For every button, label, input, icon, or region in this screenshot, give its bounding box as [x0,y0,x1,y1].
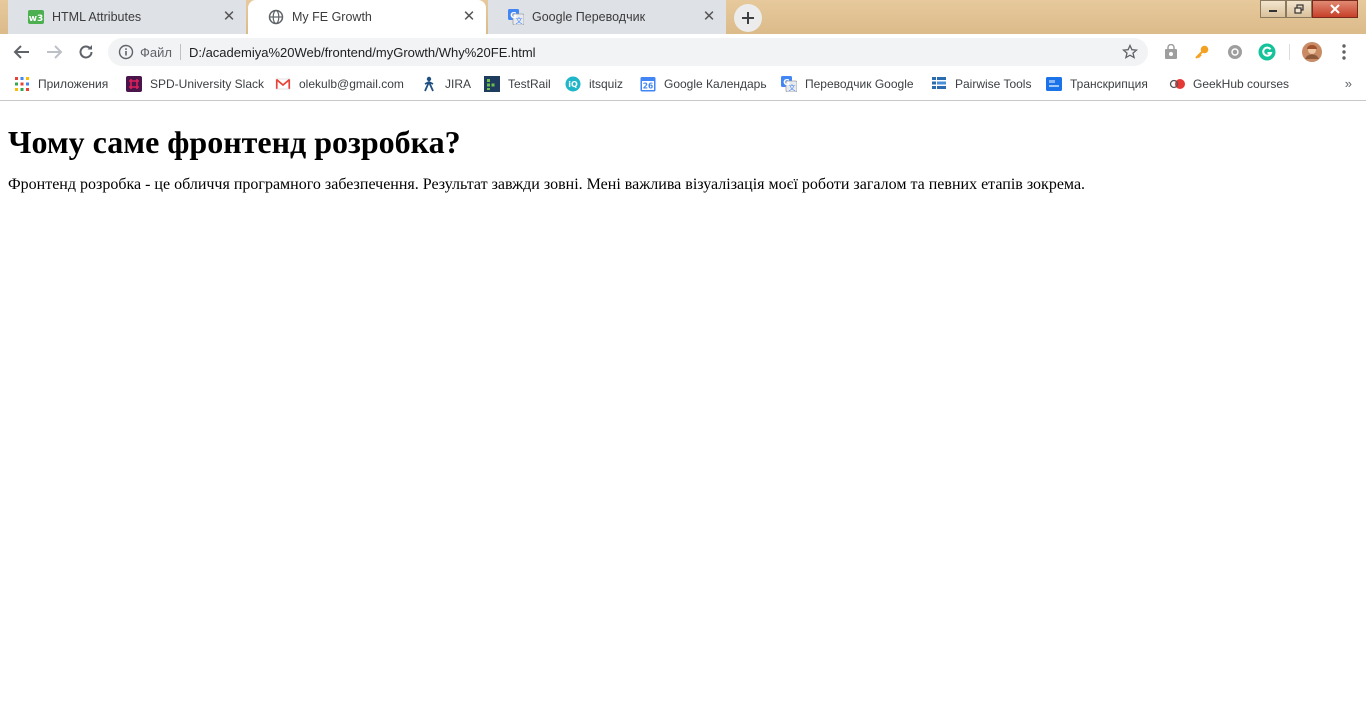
bookmark-itsquiz[interactable]: iQ itsquiz [565,70,623,98]
close-icon[interactable]: ✕ [462,9,476,24]
close-window-button[interactable] [1312,0,1358,18]
bookmark-label: Pairwise Tools [955,77,1032,91]
bookmark-label: GeekHub courses [1193,77,1290,91]
bookmarks-bar: Приложения SPD-University Slack olekulb@… [0,70,1366,101]
gmail-icon [275,76,291,92]
bookmark-spd-slack[interactable]: SPD-University Slack [126,70,264,98]
back-button[interactable] [10,40,34,64]
testrail-icon [484,76,500,92]
window-controls [1260,0,1358,18]
apps-grid-icon [14,76,30,92]
minimize-button[interactable] [1260,0,1286,18]
w3schools-icon: w3 [28,9,44,25]
info-icon[interactable] [118,44,134,60]
page-heading: Чому саме фронтенд розробка? [8,124,461,160]
tab-my-fe-growth[interactable]: My FE Growth ✕ [248,0,486,34]
svg-text:w3: w3 [29,14,44,24]
url-text[interactable]: D:/academiya%20Web/frontend/myGrowth/Why… [189,45,536,60]
page-content: Чому саме фронтенд розробка? Фронтенд ро… [8,102,1358,195]
svg-text:文: 文 [516,16,523,25]
browser-toolbar: Файл D:/academiya%20Web/frontend/myGrowt… [0,34,1366,70]
tab-strip: w3 HTML Attributes ✕ My FE Growth ✕ G文 G… [0,0,1366,34]
restore-icon [1294,4,1304,14]
tab-google-translate[interactable]: G文 Google Переводчик ✕ [488,0,726,34]
bookmark-jira[interactable]: JIRA [421,70,471,98]
forward-button[interactable] [42,40,66,64]
tab-title: Google Переводчик [532,10,646,24]
bookmark-google-calendar[interactable]: 26 Google Календарь [640,70,767,98]
bookmark-label: TestRail [508,77,551,91]
address-bar[interactable]: Файл D:/academiya%20Web/frontend/myGrowt… [108,38,1148,66]
bookmark-label: SPD-University Slack [150,77,265,91]
star-icon[interactable] [1121,43,1139,60]
key-extension-icon[interactable] [1192,42,1212,62]
jira-icon [421,76,437,92]
toolbar-divider [1289,44,1290,60]
avatar[interactable] [1302,42,1322,62]
itsquiz-icon: iQ [565,76,581,92]
bookmark-google-translate[interactable]: G文 Переводчик Google [781,70,914,98]
arrow-right-icon [47,45,63,59]
bookmark-transcription[interactable]: Транскрипция [1046,70,1148,98]
reload-button[interactable] [74,40,98,64]
bookmark-pairwise[interactable]: Pairwise Tools [931,70,1031,98]
minimize-icon [1269,10,1277,12]
bookmark-label: JIRA [445,77,472,91]
transcription-icon [1046,76,1062,92]
chevron-double-right-icon[interactable]: » [1345,76,1352,91]
grammarly-icon[interactable] [1257,42,1277,62]
bookmark-apps[interactable]: Приложения [14,70,108,98]
geekhub-icon [1169,76,1185,92]
close-icon[interactable]: ✕ [222,9,236,24]
plus-icon [742,12,754,24]
bookmark-geekhub[interactable]: GeekHub courses [1169,70,1289,98]
google-translate-icon: G文 [781,76,798,93]
page-paragraph: Фронтенд розробка - це обличчя програмно… [8,176,1086,193]
bookmark-label: olekulb@gmail.com [299,77,404,91]
close-icon[interactable]: ✕ [702,9,716,24]
slack-icon [126,76,142,92]
new-tab-button[interactable] [734,4,762,32]
bookmark-label: Приложения [38,77,109,91]
bookmark-gmail[interactable]: olekulb@gmail.com [275,70,404,98]
google-calendar-icon: 26 [640,76,656,92]
reload-icon [79,45,93,59]
svg-text:iQ: iQ [568,80,578,89]
bag-extension-icon[interactable] [1161,42,1181,62]
scheme-label: Файл [140,44,172,60]
calendar-day-number: 26 [643,82,653,91]
tab-title: HTML Attributes [52,10,142,24]
restore-button[interactable] [1286,0,1312,18]
tab-title: My FE Growth [292,10,372,24]
google-translate-icon: G文 [508,9,525,26]
bookmark-label: Транскрипция [1070,77,1148,91]
bookmark-testrail[interactable]: TestRail [484,70,551,98]
bookmark-label: Google Календарь [664,77,767,91]
bookmark-label: itsquiz [589,77,624,91]
arrow-left-icon [13,45,29,59]
circle-extension-icon[interactable] [1225,42,1245,62]
menu-kebab-icon[interactable] [1334,42,1354,62]
svg-text:文: 文 [789,83,796,92]
pairwise-icon [931,76,947,92]
tab-html-attributes[interactable]: w3 HTML Attributes ✕ [8,0,246,34]
divider [179,44,181,60]
bookmark-label: Переводчик Google [805,77,914,91]
close-icon [1330,4,1340,14]
globe-icon [268,9,284,25]
